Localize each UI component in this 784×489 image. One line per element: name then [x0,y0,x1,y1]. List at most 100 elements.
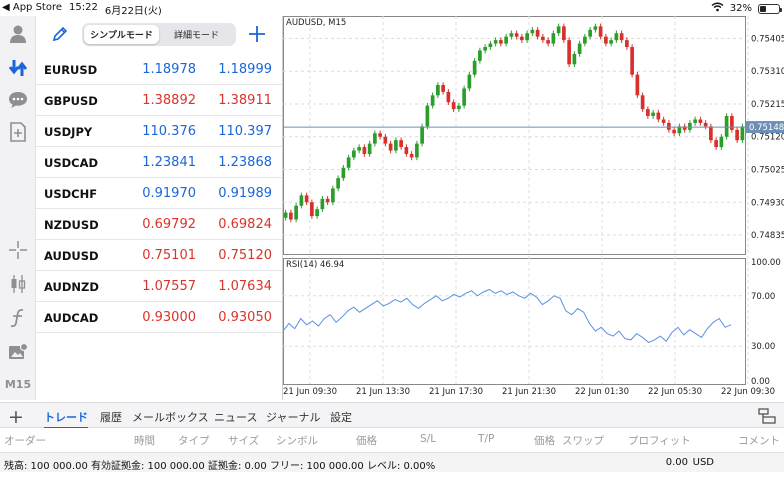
left-toolbar: M15 [0,16,36,400]
candle-body [693,119,697,123]
col-comment[interactable]: コメント [738,433,780,448]
candle-body [415,143,419,158]
quote-symbol: EURUSD [44,63,98,77]
quote-bid[interactable]: 0.75101 [142,248,196,263]
candle-body [667,122,671,130]
quote-ask[interactable]: 0.69824 [218,217,272,232]
pencil-icon[interactable] [52,26,68,46]
chart-area[interactable]: 21 Jun 09:30 21 Jun 13:30 21 Jun 17:30 21 J… [282,16,784,400]
tab-settings[interactable]: 設定 [330,409,352,425]
candle-body [446,91,451,103]
rsi-line [283,288,732,343]
quote-bid[interactable]: 0.93000 [142,310,196,325]
candle-body [367,143,372,154]
chart-svg[interactable]: 21 Jun 09:30 21 Jun 13:30 21 Jun 17:30 21 J… [283,16,784,400]
col-type[interactable]: タイプ [178,433,210,448]
candles-icon[interactable] [6,272,30,296]
indicator-icon[interactable] [6,306,30,330]
col-time[interactable]: 時間 [134,433,155,448]
quote-bid[interactable]: 0.69792 [142,217,196,232]
quote-row[interactable]: AUDUSD 0.75101 0.75120 [36,240,282,271]
candle-body [283,212,288,218]
timeframe-label[interactable]: M15 [0,378,36,391]
candle-body [646,109,650,117]
quote-row[interactable]: AUDNZD 1.07557 1.07634 [36,271,282,302]
plus-icon[interactable] [248,25,266,47]
account-footer: 残高: 100 000.00 有効証拠金: 100 000.00 証拠金: 0.… [0,452,784,472]
mode-simple-button[interactable]: シンプルモード [84,25,159,44]
col-profit[interactable]: プロフィット [628,433,691,448]
col-size[interactable]: サイズ [228,433,259,448]
quote-symbol: USDCHF [44,187,98,201]
tab-mailbox[interactable]: メールボックス [132,409,209,425]
col-order[interactable]: オーダー [4,433,46,448]
tab-journal[interactable]: ジャーナル [266,409,320,425]
candle-body [572,53,577,65]
quote-bid[interactable]: 0.91970 [142,186,196,201]
candle-body [310,202,314,217]
candle-body [499,40,503,44]
candle-body [352,150,356,158]
quote-row[interactable]: EURUSD 1.18978 1.18999 [36,54,282,85]
crosshair-icon[interactable] [6,238,30,262]
col-price[interactable]: 価格 [356,433,377,448]
quote-ask[interactable]: 1.07634 [218,279,272,294]
new-order-icon[interactable] [6,120,30,144]
back-to-app-store[interactable]: ◀ App Store [2,2,62,17]
quote-ask[interactable]: 1.18999 [218,62,272,77]
quote-ask[interactable]: 0.91989 [218,186,272,201]
candle-body [483,47,487,51]
col-symbol[interactable]: シンボル [276,433,318,448]
candle-body [567,40,571,65]
y-tick-label: 0.75405 [751,34,784,44]
sort-icon[interactable] [758,407,776,425]
account-icon[interactable] [6,22,30,46]
candle-body [451,102,456,110]
col-price-current[interactable]: 価格 [534,433,555,448]
quote-row[interactable]: USDCHF 0.91970 0.91989 [36,178,282,209]
candle-body [336,178,340,189]
quote-row[interactable]: USDCAD 1.23841 1.23868 [36,147,282,178]
candle-body [420,126,424,144]
tab-trade[interactable]: トレード [44,409,88,429]
candle-body [635,74,640,96]
trade-arrows-icon[interactable] [6,56,30,80]
objects-icon[interactable] [6,340,30,364]
candle-body [604,36,608,44]
quote-bid[interactable]: 1.18978 [142,62,196,77]
candle-body [551,33,556,44]
tab-history[interactable]: 履歴 [100,409,122,425]
col-swap[interactable]: スワップ [562,433,604,448]
quote-symbol: GBPUSD [44,94,98,108]
candle-body [388,143,393,151]
candle-body [520,36,524,41]
x-tick-label: 21 Jun 13:30 [356,387,410,397]
candle-body [457,105,461,110]
quote-bid[interactable]: 1.23841 [142,155,196,170]
add-icon[interactable]: + [8,406,24,428]
quote-bid[interactable]: 1.07557 [142,279,196,294]
x-tick-label: 21 Jun 09:30 [283,387,337,397]
quote-ask[interactable]: 0.75120 [218,248,272,263]
candle-body [357,147,361,151]
candle-body [504,36,508,44]
quote-row[interactable]: AUDCAD 0.93000 0.93050 [36,302,282,333]
account-stats: 残高: 100 000.00 有効証拠金: 100 000.00 証拠金: 0.… [4,461,436,472]
quote-bid[interactable]: 110.376 [142,124,196,139]
quote-row[interactable]: NZDUSD 0.69792 0.69824 [36,209,282,240]
col-sl[interactable]: S/L [420,433,436,445]
quote-ask[interactable]: 0.93050 [218,310,272,325]
quote-ask[interactable]: 1.23868 [218,155,272,170]
chat-icon[interactable] [6,88,30,112]
tab-news[interactable]: ニュース [214,409,257,425]
col-tp[interactable]: T/P [478,433,494,445]
candle-body [320,198,325,210]
candle-body [514,33,519,37]
quote-ask[interactable]: 1.38911 [218,93,272,108]
quote-bid[interactable]: 1.38892 [142,93,196,108]
mode-detail-button[interactable]: 詳細モード [159,25,234,44]
quote-ask[interactable]: 110.397 [218,124,272,139]
battery-percent: 32% [729,3,752,14]
quote-row[interactable]: GBPUSD 1.38892 1.38911 [36,85,282,116]
quote-row[interactable]: USDJPY 110.376 110.397 [36,116,282,147]
